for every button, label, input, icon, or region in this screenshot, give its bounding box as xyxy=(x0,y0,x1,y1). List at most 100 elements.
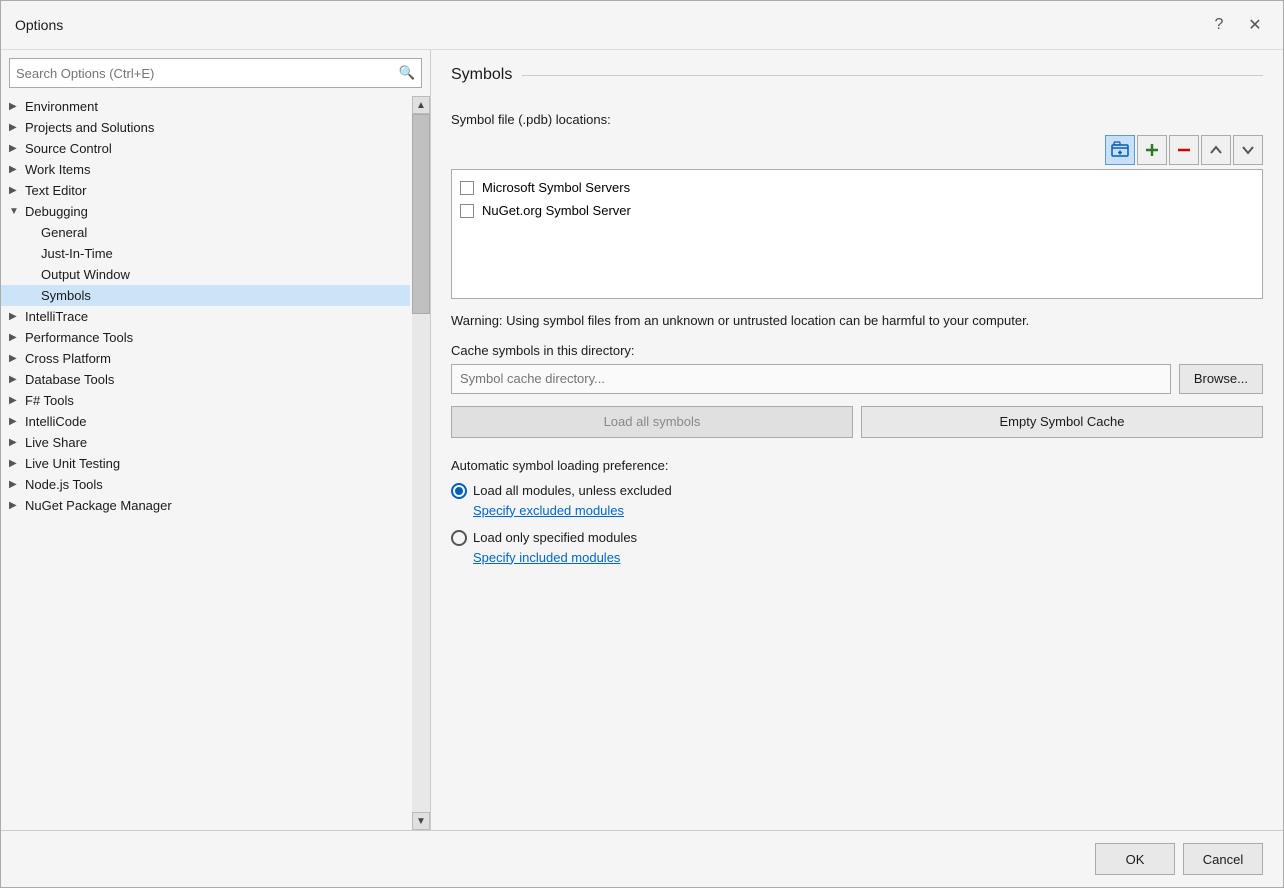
cancel-button[interactable]: Cancel xyxy=(1183,843,1263,875)
tree-item-label: Projects and Solutions xyxy=(25,120,154,135)
add-button[interactable] xyxy=(1137,135,1167,165)
tree-item-intellitrace[interactable]: ▶ IntelliTrace xyxy=(1,306,410,327)
specify-excluded-modules-link[interactable]: Specify excluded modules xyxy=(473,503,1263,518)
down-button[interactable] xyxy=(1233,135,1263,165)
tree-item-label: Database Tools xyxy=(25,372,114,387)
remove-button[interactable] xyxy=(1169,135,1199,165)
tree-area: ▲ ▶ Environment ▶ Projects and Solutions… xyxy=(1,96,430,830)
tree-content: ▶ Environment ▶ Projects and Solutions ▶… xyxy=(1,96,430,516)
arrow-icon: ▶ xyxy=(9,164,21,175)
cache-directory-input[interactable] xyxy=(451,364,1171,394)
arrow-icon: ▶ xyxy=(9,416,21,427)
arrow-icon: ▶ xyxy=(9,458,21,469)
tree-item-label: Live Unit Testing xyxy=(25,456,120,471)
tree-item-label: General xyxy=(41,225,87,240)
right-panel: Symbols Symbol file (.pdb) locations: xyxy=(431,50,1283,830)
cache-label: Cache symbols in this directory: xyxy=(451,343,1263,358)
tree-item-label: Debugging xyxy=(25,204,88,219)
scrollbar-track xyxy=(412,114,430,812)
close-button[interactable]: ✕ xyxy=(1241,11,1269,39)
tree-item-just-in-time[interactable]: Just-In-Time xyxy=(1,243,410,264)
tree-item-output-window[interactable]: Output Window xyxy=(1,264,410,285)
arrow-icon: ▶ xyxy=(9,332,21,343)
search-box: 🔍 xyxy=(9,58,422,88)
up-button[interactable] xyxy=(1201,135,1231,165)
tree-item-work-items[interactable]: ▶ Work Items xyxy=(1,159,410,180)
tree-item-label: Text Editor xyxy=(25,183,86,198)
symbol-list-item-nuget[interactable]: NuGet.org Symbol Server xyxy=(452,199,1262,222)
tree-item-label: Source Control xyxy=(25,141,112,156)
symbol-list-item-microsoft[interactable]: Microsoft Symbol Servers xyxy=(452,176,1262,199)
folder-button[interactable] xyxy=(1105,135,1135,165)
tree-item-label: IntelliCode xyxy=(25,414,86,429)
arrow-icon: ▶ xyxy=(9,122,21,133)
arrow-icon: ▶ xyxy=(9,374,21,385)
ok-button[interactable]: OK xyxy=(1095,843,1175,875)
tree-item-label: Just-In-Time xyxy=(41,246,113,261)
tree-item-label: NuGet Package Manager xyxy=(25,498,172,513)
radio-load-all-label: Load all modules, unless excluded xyxy=(473,483,672,498)
arrow-icon: ▶ xyxy=(9,437,21,448)
warning-text: Warning: Using symbol files from an unkn… xyxy=(451,311,1263,331)
panel-title: Symbols xyxy=(451,66,512,84)
title-bar-buttons: ? ✕ xyxy=(1205,11,1269,39)
search-input[interactable] xyxy=(10,66,393,81)
browse-button[interactable]: Browse... xyxy=(1179,364,1263,394)
down-icon xyxy=(1241,143,1255,157)
tree-item-label: F# Tools xyxy=(25,393,74,408)
tree-item-symbols[interactable]: Symbols xyxy=(1,285,410,306)
tree-item-nuget-package-manager[interactable]: ▶ NuGet Package Manager xyxy=(1,495,410,516)
tree-item-nodejs-tools[interactable]: ▶ Node.js Tools xyxy=(1,474,410,495)
tree-item-label: Symbols xyxy=(41,288,91,303)
microsoft-checkbox[interactable] xyxy=(460,181,474,195)
radio-load-specified[interactable] xyxy=(451,530,467,546)
arrow-icon: ▶ xyxy=(9,101,21,112)
tree-item-label: Live Share xyxy=(25,435,87,450)
cache-row: Browse... xyxy=(451,364,1263,394)
tree-item-fsharp-tools[interactable]: ▶ F# Tools xyxy=(1,390,410,411)
tree-item-live-unit-testing[interactable]: ▶ Live Unit Testing xyxy=(1,453,410,474)
arrow-icon: ▶ xyxy=(9,395,21,406)
tree-item-general[interactable]: General xyxy=(1,222,410,243)
empty-symbol-cache-button[interactable]: Empty Symbol Cache xyxy=(861,406,1263,438)
arrow-icon: ▼ xyxy=(9,206,21,217)
symbol-list-box: Microsoft Symbol Servers NuGet.org Symbo… xyxy=(451,169,1263,299)
tree-item-text-editor[interactable]: ▶ Text Editor xyxy=(1,180,410,201)
scroll-down-button[interactable]: ▼ xyxy=(412,812,430,830)
arrow-icon: ▶ xyxy=(9,500,21,511)
help-button[interactable]: ? xyxy=(1205,11,1233,39)
dialog-title: Options xyxy=(15,17,63,33)
bottom-bar: OK Cancel xyxy=(1,830,1283,887)
toolbar-row xyxy=(451,135,1263,165)
tree-item-database-tools[interactable]: ▶ Database Tools xyxy=(1,369,410,390)
tree-item-performance-tools[interactable]: ▶ Performance Tools xyxy=(1,327,410,348)
tree-item-label: Cross Platform xyxy=(25,351,111,366)
tree-item-cross-platform[interactable]: ▶ Cross Platform xyxy=(1,348,410,369)
specify-included-modules-link[interactable]: Specify included modules xyxy=(473,550,1263,565)
up-icon xyxy=(1209,143,1223,157)
microsoft-label: Microsoft Symbol Servers xyxy=(482,180,630,195)
search-icon-button[interactable]: 🔍 xyxy=(393,59,421,87)
tree-item-source-control[interactable]: ▶ Source Control xyxy=(1,138,410,159)
options-dialog: Options ? ✕ 🔍 ▲ ▶ Environment xyxy=(0,0,1284,888)
symbol-locations-label: Symbol file (.pdb) locations: xyxy=(451,112,1263,127)
arrow-icon: ▶ xyxy=(9,353,21,364)
tree-item-label: Output Window xyxy=(41,267,130,282)
tree-item-live-share[interactable]: ▶ Live Share xyxy=(1,432,410,453)
nuget-label: NuGet.org Symbol Server xyxy=(482,203,631,218)
tree-item-environment[interactable]: ▶ Environment xyxy=(1,96,410,117)
folder-icon xyxy=(1111,141,1129,159)
tree-item-debugging[interactable]: ▼ Debugging xyxy=(1,201,410,222)
panel-title-row: Symbols xyxy=(451,66,1263,98)
scroll-up-button[interactable]: ▲ xyxy=(412,96,430,114)
dialog-body: 🔍 ▲ ▶ Environment ▶ Projects and Solutio… xyxy=(1,50,1283,830)
tree-item-projects-solutions[interactable]: ▶ Projects and Solutions xyxy=(1,117,410,138)
nuget-checkbox[interactable] xyxy=(460,204,474,218)
load-all-symbols-button[interactable]: Load all symbols xyxy=(451,406,853,438)
action-row: Load all symbols Empty Symbol Cache xyxy=(451,406,1263,438)
title-bar: Options ? ✕ xyxy=(1,1,1283,50)
radio-load-specified-label: Load only specified modules xyxy=(473,530,637,545)
tree-item-intellicode[interactable]: ▶ IntelliCode xyxy=(1,411,410,432)
radio-load-all[interactable] xyxy=(451,483,467,499)
scrollbar-thumb[interactable] xyxy=(412,114,430,314)
